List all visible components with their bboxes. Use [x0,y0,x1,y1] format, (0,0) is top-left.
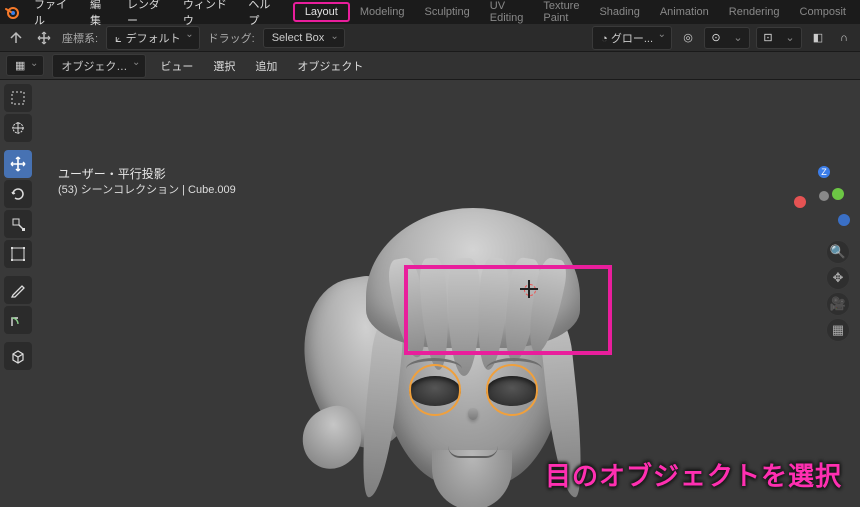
nav-camera-icon[interactable]: 🎥 [826,292,850,316]
overlay-options[interactable]: ⌄ [779,28,801,48]
tool-measure[interactable] [4,306,32,334]
nav-persp-icon[interactable]: ▦ [826,318,850,342]
orientation-dropdown[interactable]: ⟀デフォルト [106,26,200,50]
shading-wireframe-icon[interactable]: ∩ [834,28,854,48]
header-select[interactable]: 選択 [207,55,241,77]
eye-selection-ring-left [409,364,461,416]
tool-rotate[interactable] [4,180,32,208]
tool-transform[interactable] [4,240,32,268]
tab-rendering[interactable]: Rendering [719,2,790,22]
workspace-tabs: Layout Modeling Sculpting UV Editing Tex… [293,0,856,28]
tool-select-box[interactable] [4,84,32,112]
proportional-edit-icon[interactable]: ◎ [678,28,698,48]
viewport-header: ▦ オブジェク… ビュー 選択 追加 オブジェクト [0,52,860,80]
viewport-object-label: (53) シーンコレクション | Cube.009 [58,183,236,198]
top-menu-bar: ファイル 編集 レンダー ウィンドウ ヘルプ Layout Modeling S… [0,0,860,24]
tool-settings-bar: 座標系: ⟀デフォルト ドラッグ: Select Box ◔グロー... ◎ ⊙… [0,24,860,52]
nav-pan-icon[interactable]: ✥ [826,266,850,290]
annotation-text: 目のオブジェクトを選択 [545,456,842,493]
tab-compositing[interactable]: Composit [790,2,856,22]
header-object[interactable]: オブジェクト [291,55,369,77]
nav-gizmo-tools: 🔍 ✥ 🎥 ▦ [826,240,850,342]
tool-move[interactable] [4,150,32,178]
move-gizmo-icon[interactable] [34,28,54,48]
gizmo-axis-z[interactable]: Z [818,166,830,178]
gizmo-axis-x[interactable] [794,196,806,208]
tab-texture-paint[interactable]: Texture Paint [533,0,589,28]
gizmo-options[interactable]: ⌄ [727,28,749,48]
gizmo-axis-neg[interactable] [838,214,850,226]
tab-animation[interactable]: Animation [650,2,719,22]
menu-file[interactable]: ファイル [26,0,80,32]
snap-dropdown[interactable]: ◔グロー... [592,26,672,50]
header-add[interactable]: 追加 [249,55,283,77]
mode-dropdown[interactable]: オブジェク… [52,54,146,78]
gizmo-toggle[interactable]: ⊙ [705,28,727,48]
drag-dropdown[interactable]: Select Box [263,28,345,48]
tab-uv-editing[interactable]: UV Editing [480,0,534,28]
tool-cursor[interactable] [4,114,32,142]
tool-scale[interactable] [4,210,32,238]
nav-gizmo[interactable]: Z [796,168,852,224]
blender-logo-icon[interactable] [4,3,20,21]
viewport-projection-label: ユーザー・平行投影 [58,166,236,183]
editor-type-dropdown[interactable]: ▦ [6,55,44,76]
annotation-highlight-box [404,265,612,355]
nav-zoom-icon[interactable]: 🔍 [826,240,850,264]
overlay-toggle-group: ⊡ ⌄ [756,27,802,49]
tab-modeling[interactable]: Modeling [350,2,415,22]
gizmo-toggle-group: ⊙ ⌄ [704,27,750,49]
overlay-toggle[interactable]: ⊡ [757,28,779,48]
viewport-overlay-text: ユーザー・平行投影 (53) シーンコレクション | Cube.009 [58,166,236,198]
tool-add-cube[interactable] [4,342,32,370]
gizmo-axis-y[interactable] [832,188,844,200]
toolbar-left [4,84,32,370]
orientation-label: 座標系: [62,30,98,46]
eye-selection-ring-right [486,364,538,416]
tab-shading[interactable]: Shading [589,2,649,22]
drag-label: ドラッグ: [208,30,255,46]
interaction-mode-icon[interactable] [6,28,26,48]
tool-annotate[interactable] [4,276,32,304]
header-view[interactable]: ビュー [154,55,199,77]
xray-toggle-icon[interactable]: ◧ [808,28,828,48]
tab-sculpting[interactable]: Sculpting [414,2,479,22]
tab-layout[interactable]: Layout [293,2,350,22]
